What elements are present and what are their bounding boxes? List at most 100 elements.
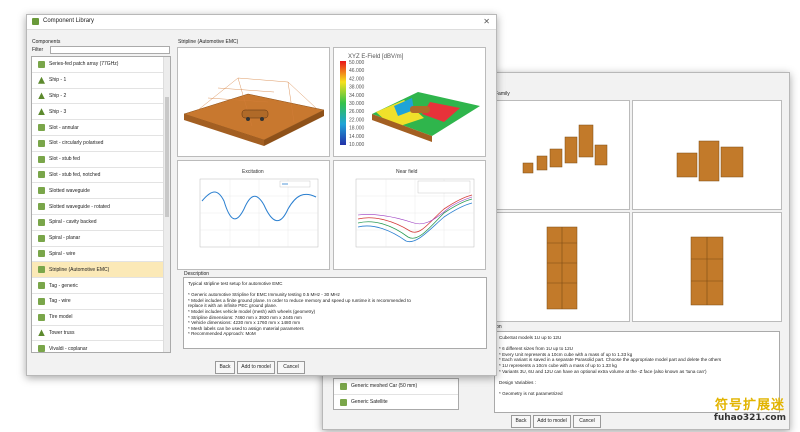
efield-scale-label: 46.000: [349, 68, 365, 74]
efield-scale-label: 18.000: [349, 126, 365, 132]
efield-scale-label: 22.000: [349, 117, 365, 123]
antenna-icon: [38, 266, 45, 274]
component-label: Tire model: [49, 314, 73, 321]
add-to-model-button[interactable]: Add to model: [237, 361, 275, 374]
antenna-icon: [38, 282, 45, 290]
efield-preview: XYZ E-Field [dBV/m] 50.000 46.000 42.000 38…: [333, 47, 486, 157]
component-list-item[interactable]: Spiral - wire: [32, 247, 170, 263]
close-icon[interactable]: ✕: [483, 17, 490, 26]
efield-scale-label: 26.000: [349, 109, 365, 115]
watermark-url: fuhao321.com: [713, 413, 786, 423]
efield-scale-label: 14.000: [349, 134, 365, 140]
component-label: Slot - stub fed, notched: [49, 171, 101, 178]
component-label: Stripline (Automotive EMC): [49, 266, 110, 273]
antenna-icon: [38, 250, 45, 258]
component-library-window: Component Library ✕ Components Filter Se…: [26, 14, 497, 376]
component-list-item[interactable]: Ship - 2: [32, 89, 170, 105]
component-label: Slot - stub fed: [49, 156, 80, 163]
list-item[interactable]: Generic meshed Car (50 mm): [334, 379, 458, 395]
component-list-item[interactable]: Slot - annular: [32, 120, 170, 136]
component-label: Tag - wire: [49, 298, 71, 305]
chart2-title: Near field: [396, 169, 418, 175]
list-scrollbar[interactable]: [163, 57, 170, 352]
component-list-item[interactable]: Slot - circularly polarised: [32, 136, 170, 152]
efield-render: XYZ E-Field [dBV/m] 50.00046.00042.00038…: [340, 54, 480, 148]
component-list-item[interactable]: Stripline (Automotive EMC): [32, 262, 170, 279]
nearfield-chart-panel: Near field: [333, 160, 486, 270]
component-label: Ship - 2: [49, 92, 67, 99]
cubesat-preview-3: [546, 226, 578, 310]
cubesat-preview-2: [676, 140, 744, 182]
component-list-item[interactable]: Spiral - planar: [32, 231, 170, 247]
efield-scale-label: 10.000: [349, 142, 365, 148]
efield-scale-label: 30.000: [349, 101, 365, 107]
component-label: Vivaldi - coplanar: [49, 345, 88, 352]
component-label: Tower truss: [49, 329, 75, 336]
add-to-model-button[interactable]: Add to model: [533, 415, 571, 428]
component-icon: [340, 398, 347, 406]
component-list[interactable]: Series-fed patch array (77GHz) Ship - 1 Sh…: [31, 56, 171, 353]
stripline-3d-preview: [177, 47, 330, 157]
preview-panel-2: [632, 100, 782, 210]
structure-icon: [38, 329, 45, 337]
component-list-item[interactable]: Tag - generic: [32, 278, 170, 294]
antenna-icon: [38, 187, 45, 195]
antenna-icon: [38, 234, 45, 242]
chart1-title: Excitation: [242, 169, 264, 175]
structure-icon: [38, 76, 45, 84]
scroll-thumb[interactable]: [165, 97, 169, 217]
stripline-3d-render: [183, 77, 325, 146]
component-label: Ship - 3: [49, 108, 67, 115]
back-button[interactable]: Back: [215, 361, 235, 374]
component-list-item[interactable]: Series-fed patch array (77GHz): [32, 57, 170, 73]
description-text: Typical stripline test setup for automot…: [183, 277, 487, 349]
component-list-item[interactable]: Slotted waveguide - rotated: [32, 199, 170, 215]
component-label: Slot - circularly polarised: [49, 140, 104, 147]
component-list-item[interactable]: Vivaldi - coplanar: [32, 341, 170, 352]
right-component-list[interactable]: Generic meshed Car (50 mm) Generic Satel…: [333, 378, 459, 410]
nearfield-chart: Near field: [355, 169, 475, 248]
antenna-icon: [38, 60, 45, 68]
antenna-icon: [38, 139, 45, 147]
cancel-button[interactable]: Cancel: [573, 415, 601, 428]
cancel-button[interactable]: Cancel: [277, 361, 305, 374]
component-list-item[interactable]: Slot - stub fed: [32, 152, 170, 168]
component-label: Spiral - wire: [49, 250, 76, 257]
filter-label: Filter: [32, 47, 44, 53]
component-label: Spiral - cavity backed: [49, 219, 97, 226]
preview-panel-4: [632, 212, 782, 322]
component-label: Spiral - planar: [49, 235, 81, 242]
antenna-icon: [38, 171, 45, 179]
antenna-icon: [38, 297, 45, 305]
component-label: Tag - generic: [49, 282, 78, 289]
structure-icon: [38, 92, 45, 100]
efield-scale-label: 38.000: [349, 85, 365, 91]
component-list-item[interactable]: Tire model: [32, 310, 170, 326]
component-list-item[interactable]: Spiral - cavity backed: [32, 215, 170, 231]
app-icon: [32, 18, 39, 25]
component-list-item[interactable]: Slot - stub fed, notched: [32, 168, 170, 184]
antenna-icon: [38, 155, 45, 163]
antenna-icon: [38, 313, 45, 321]
cubesat-preview-4: [690, 236, 724, 306]
list-item[interactable]: Generic Satellite: [334, 395, 458, 409]
preview-panel-3: [494, 212, 630, 322]
preview-title: Stripline (Automotive EMC): [178, 39, 239, 45]
efield-scale-label: 50.000: [349, 60, 365, 66]
cubesat-preview-1: [522, 124, 608, 174]
component-list-item[interactable]: Ship - 1: [32, 73, 170, 89]
component-list-item[interactable]: Slotted waveguide: [32, 183, 170, 200]
watermark-chinese: 符号扩展迷: [714, 398, 785, 413]
component-list-item[interactable]: Tag - wire: [32, 294, 170, 310]
filter-input[interactable]: [50, 46, 170, 54]
window-title: Component Library: [43, 18, 95, 24]
component-label: Series-fed patch array (77GHz): [49, 61, 119, 68]
excitation-chart-panel: Excitation: [177, 160, 330, 270]
component-label: Slot - annular: [49, 124, 79, 131]
back-button[interactable]: Back: [511, 415, 531, 428]
preview-panel-1: [494, 100, 630, 210]
component-list-item[interactable]: Ship - 3: [32, 104, 170, 121]
component-icon: [340, 382, 347, 390]
component-list-item[interactable]: Tower truss: [32, 326, 170, 342]
title-bar: Component Library ✕: [27, 15, 496, 30]
